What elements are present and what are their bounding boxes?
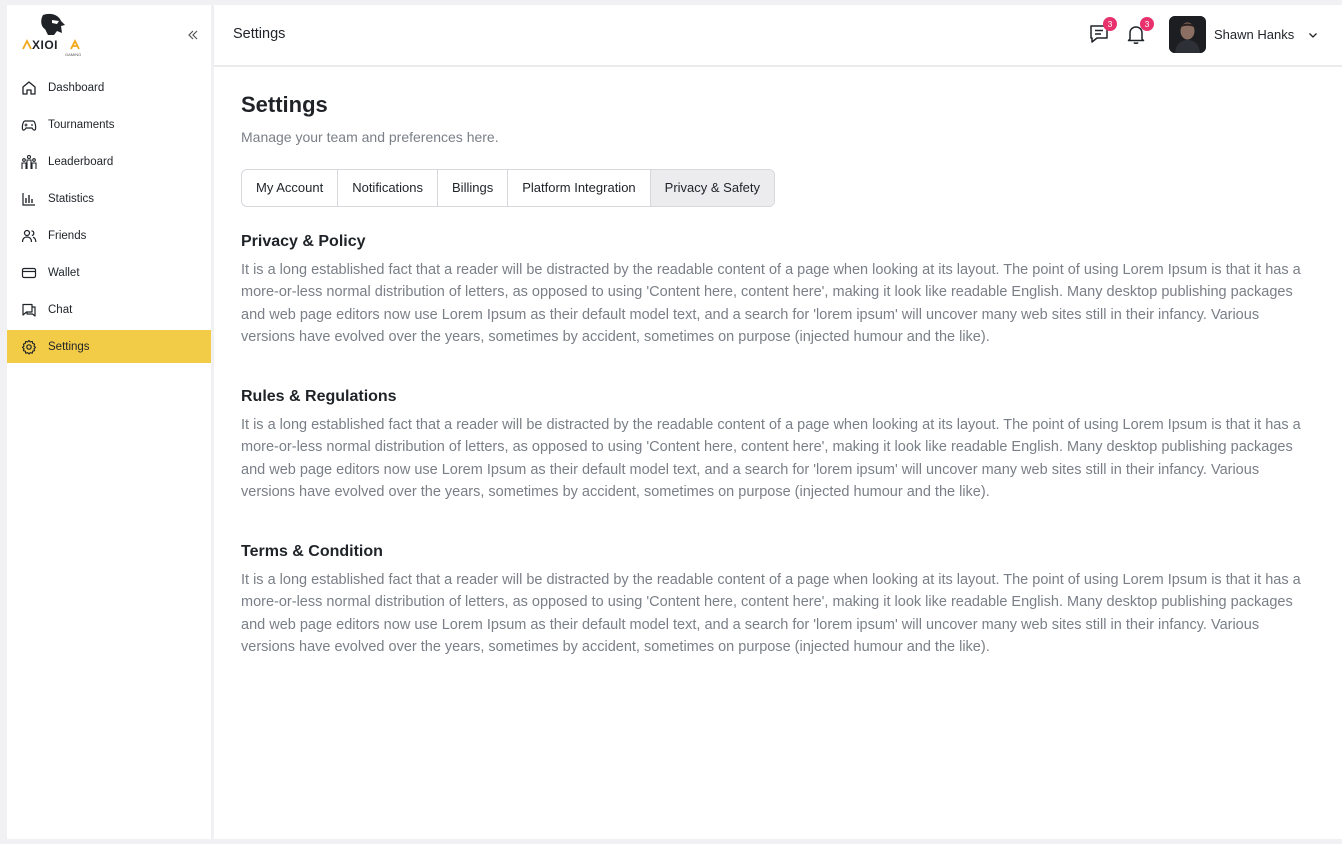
sidebar-item-label: Tournaments (48, 118, 115, 131)
bar-chart-icon (21, 191, 37, 207)
sidebar-item-friends[interactable]: Friends (7, 219, 211, 252)
tab-notifications[interactable]: Notifications (338, 170, 439, 206)
sidebar-item-wallet[interactable]: Wallet (7, 256, 211, 289)
chat-icon (21, 302, 37, 318)
sidebar-item-label: Friends (48, 229, 87, 242)
svg-text:XIOI: XIOI (32, 38, 58, 52)
main-content: Settings Manage your team and preference… (214, 67, 1342, 839)
avatar[interactable] (1169, 16, 1206, 53)
page-subtitle: Manage your team and preferences here. (241, 129, 499, 145)
sidebar-item-label: Settings (48, 340, 90, 353)
sidebar-item-label: Statistics (48, 192, 95, 205)
section-heading: Terms & Condition (241, 543, 383, 560)
sidebar-item-settings[interactable]: Settings (7, 330, 211, 363)
tab-my-account[interactable]: My Account (242, 170, 339, 206)
svg-text:GAMING: GAMING (65, 52, 81, 57)
sidebar: XIOI GAMING Dashboard Tournaments Leader (7, 5, 211, 839)
gear-icon (21, 339, 37, 355)
sidebar-item-dashboard[interactable]: Dashboard (7, 71, 211, 104)
chevron-down-icon (1309, 33, 1317, 38)
settings-tabs: My Account Notifications Billings Platfo… (241, 169, 776, 207)
privacy-policy-section: Privacy & Policy It is a long establishe… (241, 233, 1311, 348)
sidebar-item-label: Chat (48, 303, 73, 316)
section-heading: Privacy & Policy (241, 233, 366, 250)
wallet-icon (21, 265, 37, 281)
user-menu-toggle[interactable] (1307, 28, 1319, 40)
sidebar-nav: Dashboard Tournaments Leaderboard Statis… (7, 71, 211, 367)
double-chevron-left-icon (188, 30, 198, 40)
notifications-badge: 3 (1140, 17, 1154, 31)
page-title: Settings (241, 92, 328, 117)
tab-privacy-safety[interactable]: Privacy & Safety (650, 170, 775, 206)
gamepad-icon (21, 117, 37, 133)
section-body: It is a long established fact that a rea… (241, 262, 1301, 345)
messages-badge: 3 (1103, 17, 1117, 31)
leaderboard-icon (21, 154, 37, 170)
messages-button[interactable]: 3 (1087, 17, 1117, 46)
top-bar: Settings 3 3 Shawn Hanks (214, 5, 1342, 65)
sidebar-item-label: Dashboard (48, 81, 105, 94)
users-icon (21, 228, 37, 244)
tab-platform-integration[interactable]: Platform Integration (508, 170, 651, 206)
terms-condition-section: Terms & Condition It is a long establish… (241, 543, 1311, 658)
sidebar-item-leaderboard[interactable]: Leaderboard (7, 145, 211, 178)
notifications-button[interactable]: 3 (1124, 17, 1154, 46)
section-body: It is a long established fact that a rea… (241, 417, 1301, 500)
rules-regulations-section: Rules & Regulations It is a long establi… (241, 388, 1311, 503)
collapse-sidebar-button[interactable] (183, 25, 203, 45)
logo-graphic: XIOI GAMING (22, 13, 81, 57)
section-heading: Rules & Regulations (241, 388, 397, 405)
user-name[interactable]: Shawn Hanks (1214, 27, 1294, 42)
home-icon (21, 80, 37, 96)
axiom-logo[interactable]: XIOI GAMING (21, 11, 93, 61)
section-body: It is a long established fact that a rea… (241, 572, 1301, 655)
header-title: Settings (233, 26, 286, 42)
sidebar-item-tournaments[interactable]: Tournaments (7, 108, 211, 141)
sidebar-item-label: Leaderboard (48, 155, 114, 168)
tab-billings[interactable]: Billings (438, 170, 509, 206)
sidebar-item-label: Wallet (48, 266, 80, 279)
user-photo (1169, 16, 1206, 53)
sidebar-item-chat[interactable]: Chat (7, 293, 211, 326)
sidebar-item-statistics[interactable]: Statistics (7, 182, 211, 215)
